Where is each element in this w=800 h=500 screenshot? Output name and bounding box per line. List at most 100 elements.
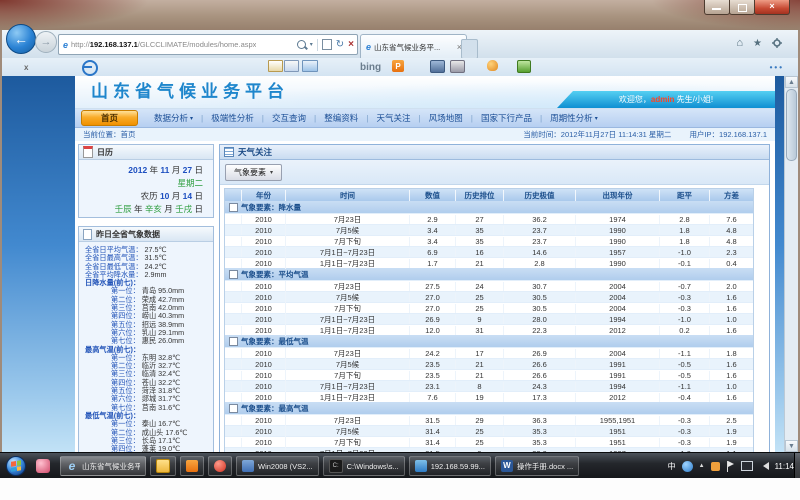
table-cell: 1951 [575, 438, 659, 447]
url-text[interactable]: http://192.168.137.1/GLCCLIMATE/modules/… [71, 40, 256, 49]
table-cell: -1.0 [659, 248, 709, 257]
speaker-icon[interactable] [759, 462, 769, 470]
network-globe-icon[interactable] [682, 461, 693, 472]
forward-button[interactable]: → [35, 31, 57, 53]
addon-puzzle-icon[interactable] [517, 60, 531, 73]
table-cell: 35 [455, 226, 503, 235]
scroll-up-arrow[interactable]: ▲ [785, 76, 798, 88]
group-checkbox[interactable] [229, 404, 238, 413]
main-nav: 首页 数据分析▾ | 极端性分析 | 交互查询 | 整编资料 | 天气关注 | … [75, 109, 775, 128]
table-cell: 21 [455, 259, 503, 268]
taskbar-button[interactable]: W操作手册.docx ... [495, 456, 579, 476]
taskbar-button[interactable]: 192.168.59.99... [409, 456, 491, 476]
scroll-down-arrow[interactable]: ▼ [785, 440, 798, 452]
chevron-down-icon[interactable]: ▾ [310, 41, 313, 48]
nav-item-wind-map[interactable]: 风场地图 [421, 112, 471, 124]
action-center-flag-icon[interactable] [726, 461, 735, 472]
close-button[interactable]: × [754, 0, 790, 15]
back-button[interactable]: ← [6, 24, 36, 54]
table-cell: 1.0 [709, 315, 753, 324]
minimize-button[interactable] [704, 0, 730, 15]
taskbar-button[interactable] [180, 456, 204, 476]
browser-tab[interactable]: e 山东省气候业务平... × [360, 34, 467, 59]
table-cell: 7月下旬 [285, 437, 409, 448]
taskbar-button[interactable] [150, 456, 176, 476]
table-cell: 2010 [241, 438, 285, 447]
search-icon[interactable] [297, 40, 306, 49]
table-group-row: 气象要素：最低气温 [225, 335, 753, 347]
taskbar-button[interactable]: C:C:\Windows\s... [323, 456, 405, 476]
pinned-app-icon[interactable] [36, 459, 50, 473]
vertical-scrollbar[interactable]: ▲ ▼ [784, 76, 798, 452]
table-cell: 7月下旬 [285, 236, 409, 247]
compatibility-view-icon[interactable] [322, 39, 332, 50]
nav-item-interactive-query[interactable]: 交互查询 [264, 112, 314, 124]
table-cell: -0.3 [659, 427, 709, 436]
new-tab-button[interactable] [461, 39, 478, 59]
network-monitor-icon[interactable] [741, 461, 753, 471]
addon-card2-icon[interactable] [284, 60, 299, 72]
taskbar-button[interactable]: Win2008 (VS2... [236, 456, 319, 476]
refresh-icon[interactable]: ↻ [336, 40, 344, 50]
scrollbar-thumb[interactable] [786, 89, 797, 161]
window-titlebar: × [0, 0, 800, 30]
table-cell: 17.3 [503, 393, 575, 402]
addon-p-icon[interactable]: P [392, 60, 404, 72]
table-cell: 24.3 [503, 382, 575, 391]
table-cell: 7月下旬 [285, 370, 409, 381]
addon-camera-icon[interactable] [450, 60, 465, 73]
tmin-rank-list: 第一位：泰山 16.7℃第二位：成山头 17.6℃第三位：长岛 17.1℃第四位… [85, 420, 211, 452]
taskbar-button[interactable]: e山东省气候业务平... [60, 456, 146, 476]
tray-app-icon[interactable] [711, 462, 720, 471]
address-bar[interactable]: e http://192.168.137.1/GLCCLIMATE/module… [58, 34, 358, 55]
group-checkbox[interactable] [229, 337, 238, 346]
taskbar-button-label: Win2008 (VS2... [258, 462, 313, 471]
addon-paw-icon[interactable] [487, 60, 498, 71]
table-cell: 1月1日~7月23日 [285, 258, 409, 269]
element-filter-button[interactable]: 气象要素▾ [225, 164, 282, 181]
command-bar: x bing P ••• [0, 58, 800, 77]
favorites-star-icon[interactable]: ★ [753, 38, 762, 49]
nav-item-data-analysis[interactable]: 数据分析▾ [146, 112, 201, 124]
table-header-cell: 年份 [241, 190, 285, 201]
table-cell: 1.9 [709, 438, 753, 447]
addon-badge-icon[interactable] [430, 60, 445, 73]
table-cell: 7月5候 [285, 359, 409, 370]
table-header-cell: 时间 [285, 190, 409, 201]
stop-icon[interactable]: × [348, 39, 354, 50]
addon-card-icon[interactable] [268, 60, 283, 72]
nav-item-national-products[interactable]: 国家下行产品 [473, 112, 540, 124]
taskbar-button[interactable] [208, 456, 232, 476]
table-cell: 9 [455, 315, 503, 324]
group-checkbox[interactable] [229, 203, 238, 212]
home-icon[interactable]: ⌂ [736, 37, 743, 49]
group-checkbox[interactable] [229, 270, 238, 279]
table-cell: 36.2 [503, 215, 575, 224]
ime-indicator[interactable]: 中 [668, 461, 676, 472]
table-cell: 7月1日~7月23日 [285, 314, 409, 325]
nav-item-home[interactable]: 首页 [81, 110, 138, 126]
table-cell: 1974 [575, 215, 659, 224]
table-cell: 2010 [241, 416, 285, 425]
table-cell: 31.4 [409, 438, 455, 447]
hidden-icons-arrow[interactable]: ▲ [699, 463, 705, 469]
overflow-dots[interactable]: ••• [770, 60, 784, 74]
start-button[interactable] [6, 456, 26, 476]
nav-item-extremes-analysis[interactable]: 极端性分析 [203, 112, 262, 124]
show-desktop-button[interactable] [794, 453, 800, 479]
table-cell: 1月1日~7月23日 [285, 325, 409, 336]
mail-icon[interactable] [302, 60, 318, 72]
maximize-button[interactable] [729, 0, 755, 15]
table-group-row: 气象要素：降水量 [225, 201, 753, 213]
bing-logo[interactable]: bing [360, 60, 381, 74]
table-header-cell: 出现年份 [575, 190, 659, 201]
gear-icon[interactable] [772, 38, 782, 48]
ganzhi-date: 壬辰 年 辛亥 月 壬戌 日 [79, 203, 203, 216]
panel-close-button[interactable]: x [24, 60, 28, 74]
nav-item-compiled-data[interactable]: 整编资料 [316, 112, 366, 124]
nav-item-weather-focus[interactable]: 天气关注 [368, 112, 418, 124]
table-cell: 1.6 [709, 371, 753, 380]
nav-item-periodic-analysis[interactable]: 周期性分析▾ [542, 112, 606, 124]
addon-compass-icon[interactable] [82, 60, 98, 76]
clock[interactable]: 11:14 [775, 462, 794, 471]
